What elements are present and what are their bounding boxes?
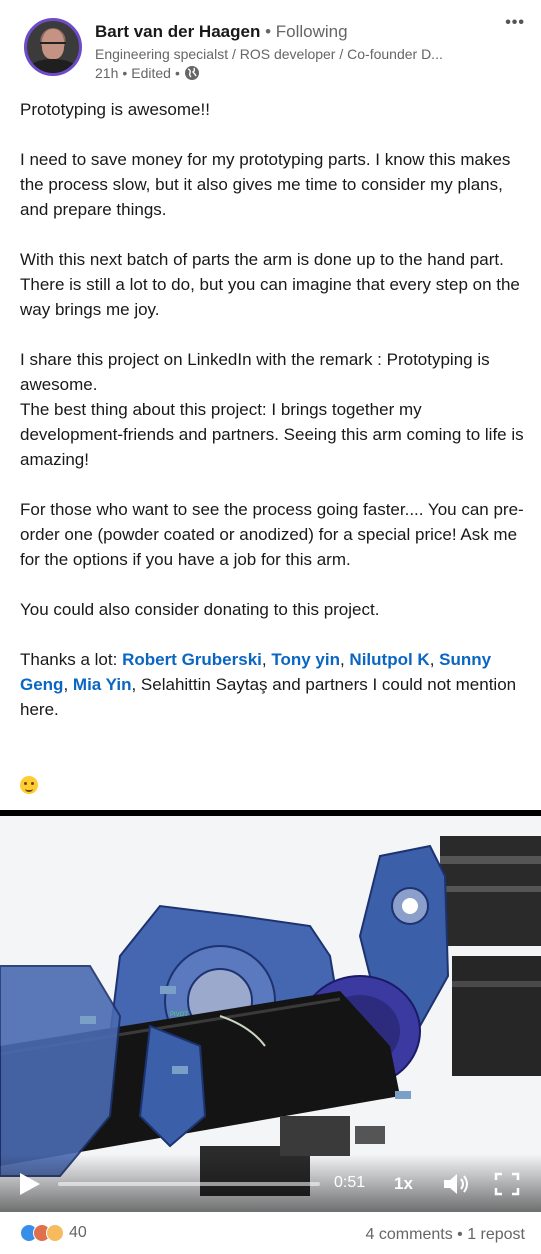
fullscreen-icon[interactable] [494,1172,520,1196]
reaction-count: 40 [69,1224,87,1241]
pivot-label: PIVOT [170,1012,188,1018]
post-text: Prototyping is awesome!! I need to save … [20,97,525,801]
comments-count[interactable]: 4 comments [366,1226,453,1243]
author-avatar[interactable] [24,18,82,76]
comma: , [339,650,350,669]
thanks-paragraph: Thanks a lot: Robert Gruberski, Tony yin… [20,647,525,722]
thanks-prefix: Thanks a lot: [20,650,123,669]
paragraph: You could also consider donating to this… [20,600,380,619]
globe-icon [184,66,199,80]
paragraph: Prototyping is awesome!! [20,100,210,119]
paragraph: The best thing about this project: I bri… [20,400,524,469]
smile-emoji-icon [20,776,38,794]
post-meta: 21h • Edited • [95,65,200,81]
social-counts: 40 4 comments • 1 repost [20,1224,525,1250]
feed-post: Bart van der Haagen • Following Engineer… [0,0,541,1254]
post-header: Bart van der Haagen • Following Engineer… [20,14,525,84]
more-options-icon[interactable]: ••• [505,14,525,32]
comma: , [429,650,440,669]
edited-label: Edited [131,65,171,81]
video-player[interactable]: PIVOT 0:51 1x [0,810,541,1212]
video-progress-bar[interactable] [58,1182,320,1186]
paragraph: I need to save money for my prototyping … [20,150,511,219]
paragraph: For those who want to see the process go… [20,500,524,569]
reactions-summary[interactable]: 40 [20,1224,87,1242]
author-name-line: Bart van der Haagen • Following [95,22,348,42]
meta-separator-1: • [122,65,128,81]
mention-link[interactable]: Mia Yin [73,675,132,694]
mention-link[interactable]: Nilutpol K [349,650,429,669]
stats-separator: • [452,1226,468,1243]
video-controls: 0:51 1x [0,1154,541,1212]
name-separator: • [265,22,272,41]
volume-icon[interactable] [442,1172,470,1196]
author-headline: Engineering specialst / ROS developer / … [95,46,443,62]
comma: , [63,675,73,694]
insightful-reaction-icon [46,1224,64,1242]
playback-speed-button[interactable]: 1x [394,1174,413,1194]
post-time: 21h [95,65,119,81]
comma: , [261,650,272,669]
paragraph: I share this project on LinkedIn with th… [20,350,490,394]
comment-repost-stats: 4 comments • 1 repost [366,1226,525,1244]
robot-arm-render: PIVOT [0,816,541,1212]
reposts-count[interactable]: 1 repost [467,1226,525,1243]
follow-status[interactable]: Following [276,22,348,41]
mention-link[interactable]: Tony yin [271,650,340,669]
author-name[interactable]: Bart van der Haagen [95,22,260,41]
mention-link[interactable]: Robert Gruberski [122,650,262,669]
meta-separator-2: • [174,65,180,81]
video-time: 0:51 [334,1174,366,1191]
play-icon[interactable] [20,1173,40,1195]
paragraph: With this next batch of parts the arm is… [20,250,520,319]
